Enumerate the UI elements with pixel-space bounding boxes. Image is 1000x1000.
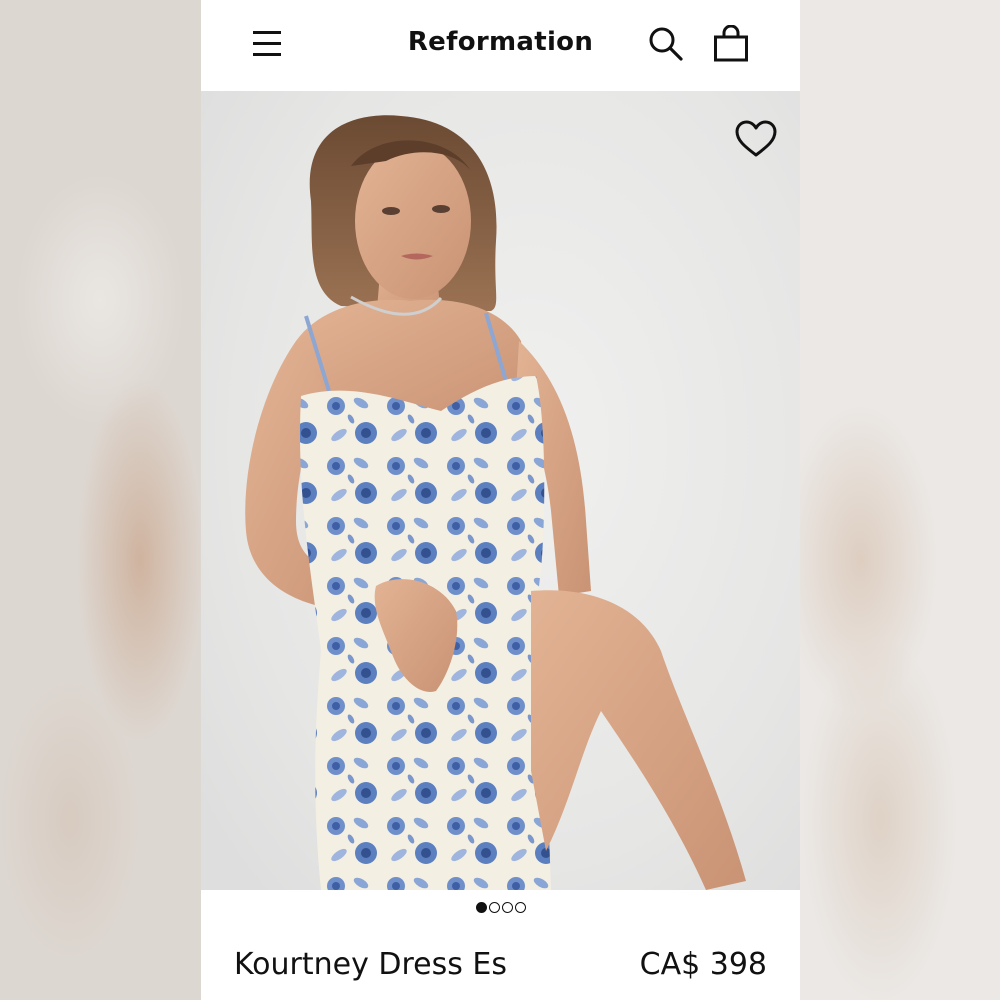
carousel-pagination bbox=[201, 902, 800, 918]
product-page: Reformation Kourtney Dress Es CA$ 398 bbox=[201, 0, 800, 1000]
product-image-carousel[interactable] bbox=[201, 91, 800, 890]
carousel-dot-3[interactable] bbox=[501, 902, 513, 913]
background-blur-right bbox=[800, 0, 1000, 1000]
brand-logo[interactable]: Reformation bbox=[201, 27, 800, 57]
product-title[interactable]: Kourtney Dress Es bbox=[234, 947, 507, 982]
carousel-dot-2[interactable] bbox=[488, 902, 500, 913]
carousel-dot-1[interactable] bbox=[475, 902, 487, 913]
bag-icon[interactable] bbox=[713, 25, 749, 63]
product-photo bbox=[245, 115, 746, 890]
top-nav-bar: Reformation bbox=[201, 0, 800, 91]
search-icon[interactable] bbox=[648, 26, 684, 62]
carousel-dot-4[interactable] bbox=[514, 902, 526, 913]
heart-icon[interactable] bbox=[734, 119, 778, 159]
product-price: CA$ 398 bbox=[639, 947, 767, 982]
background-blur-left bbox=[0, 0, 201, 1000]
